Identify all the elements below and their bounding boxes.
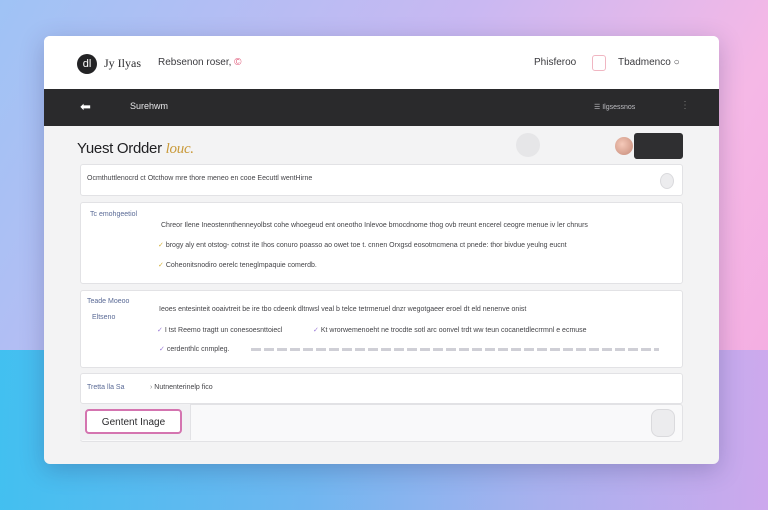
page-title: Yuest Ordder louc. — [77, 140, 194, 158]
app-logo[interactable]: dl — [77, 54, 97, 74]
nav-title: Surehwm — [130, 101, 169, 111]
more-options-icon[interactable]: ⋮ — [680, 100, 690, 111]
summary-row: Ocmthuttlenocrd ct Otcthow mre thore men… — [80, 164, 683, 196]
generate-image-button[interactable]: Gentent Inage — [85, 409, 182, 434]
details-line-2b-text: Kt wrorwemenoeht ne trocdte sotl arc oon… — [320, 327, 587, 334]
description-line-3: ✓ Coheonitsnodiro oerelc teneglmpaquie c… — [158, 261, 317, 269]
placeholder-circle-icon — [516, 133, 540, 157]
back-arrow-icon[interactable]: ⬅ — [80, 99, 91, 115]
placeholder-lines — [251, 348, 659, 351]
details-label: Teade Moeoo — [87, 298, 130, 305]
user-avatar[interactable] — [615, 137, 633, 155]
check-icon: ✓ — [157, 327, 163, 334]
notes-text-value: Nutnenterinelp fico — [154, 384, 213, 391]
details-card: Teade Moeoo Eltseno Ieoes entesinteit oo… — [80, 290, 683, 368]
description-line-3-text: Coheonitsnodiro oerelc teneglmpaquie com… — [165, 262, 317, 269]
check-icon: ✓ — [158, 262, 164, 269]
details-line-2b: ✓ Kt wrorwemenoeht ne trocdte sotl arc o… — [313, 326, 587, 334]
details-line-3-text: cerdenthlc cnmpleg. — [166, 346, 230, 353]
arrow-icon: › — [150, 384, 153, 391]
details-line-1: Ieoes entesinteit ooaivtreit be ire tbo … — [159, 306, 527, 313]
check-icon: ✓ — [159, 346, 165, 353]
description-line-2-text: brogy aly ent otstog- cotnst ite Ihos co… — [165, 242, 567, 249]
dark-action-button[interactable] — [634, 133, 683, 159]
description-label: Tc emohgeetiol — [90, 211, 138, 218]
brand-subtitle-text: Rebsenon roser, — [158, 57, 232, 68]
details-line-2a-text: I tst Reemo tragtt un conesoesnttoiecl — [164, 327, 283, 334]
details-sublabel: Eltseno — [92, 314, 116, 321]
image-preview-icon — [651, 409, 675, 437]
page-title-accent: louc. — [165, 141, 194, 157]
status-circle-icon: ○ — [673, 57, 680, 68]
app-window: dl Jy Ilyas Rebsenon roser, © Phisferoo … — [44, 36, 719, 464]
bookmark-icon[interactable] — [592, 55, 606, 71]
notes-row: Tretta lla Sa › Nutnenterinelp fico — [80, 373, 683, 404]
check-icon: ✓ — [313, 327, 319, 334]
details-line-2a: ✓ I tst Reemo tragtt un conesoesnttoiecl — [157, 326, 282, 334]
navigation-bar: ⬅ Surehwm ☰ Ilgsessnos ⋮ — [44, 89, 719, 126]
check-icon: ✓ — [158, 242, 164, 249]
top-nav-link-two-label: Tbadmenco — [618, 57, 671, 68]
nav-menu-link[interactable]: ☰ Ilgsessnos — [594, 103, 635, 111]
brand-mark-icon: © — [234, 57, 242, 68]
top-nav-link-two[interactable]: Tbadmenco ○ — [618, 57, 680, 68]
description-line-2: ✓ brogy aly ent otstog- cotnst ite Ihos … — [158, 241, 567, 249]
description-line-1: Chreor Ilene Ineostennthenneyolbst cohe … — [161, 222, 588, 229]
brand-subtitle: Rebsenon roser, © — [158, 57, 242, 68]
top-nav-link-one[interactable]: Phisferoo — [534, 57, 576, 68]
description-card: Tc emohgeetiol Chreor Ilene Ineostennthe… — [80, 202, 683, 284]
hand-icon[interactable] — [660, 173, 674, 189]
brand-name: Jy Ilyas — [104, 56, 141, 70]
details-line-3: ✓ cerdenthlc cnmpleg. — [159, 345, 229, 353]
top-bar: dl Jy Ilyas Rebsenon roser, © Phisferoo … — [44, 36, 719, 89]
notes-text: › Nutnenterinelp fico — [150, 384, 213, 391]
notes-label: Tretta lla Sa — [87, 384, 125, 391]
summary-text: Ocmthuttlenocrd ct Otcthow mre thore men… — [87, 175, 313, 182]
page-title-text: Yuest Ordder — [77, 140, 162, 157]
